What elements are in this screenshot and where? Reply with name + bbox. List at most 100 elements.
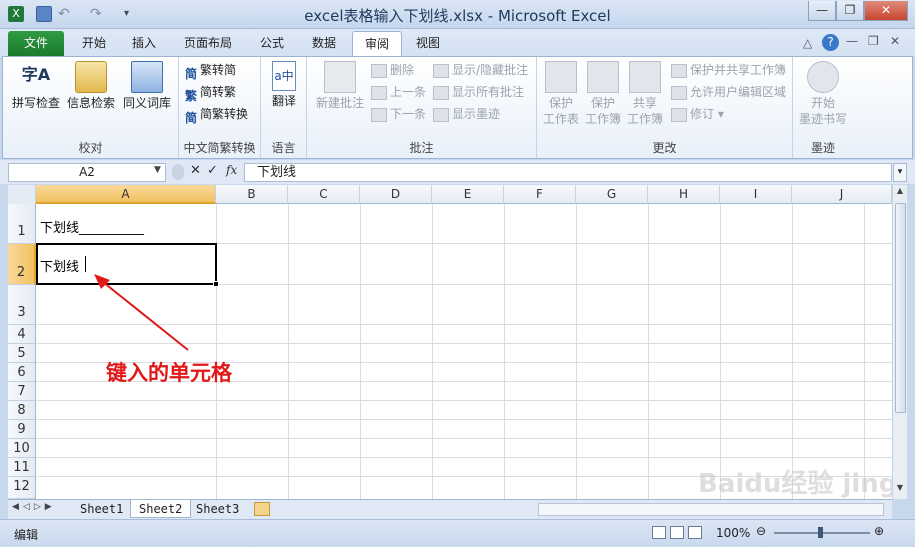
insert-function-icon[interactable]: fx: [226, 163, 237, 177]
row-header-8[interactable]: 8: [8, 401, 36, 420]
share-workbook-icon: [629, 61, 661, 93]
enter-icon[interactable]: ✓: [207, 163, 218, 178]
gridline: [36, 438, 892, 439]
tab-home[interactable]: 开始: [70, 31, 118, 56]
name-box-dropdown-icon[interactable]: ▼: [154, 165, 161, 175]
column-header-j[interactable]: J: [792, 185, 892, 204]
workbook-close-icon[interactable]: ✕: [890, 34, 900, 48]
protect-workbook-button[interactable]: 保护 工作簿: [583, 61, 623, 127]
row-header-3[interactable]: 3: [8, 285, 36, 325]
sheet-tab-3[interactable]: Sheet3: [188, 500, 247, 518]
research-icon: [75, 61, 107, 93]
tab-page-layout[interactable]: 页面布局: [172, 31, 244, 56]
tab-file[interactable]: 文件: [8, 31, 64, 56]
protect-and-share-button[interactable]: 保护并共享工作簿: [671, 60, 786, 80]
tab-formulas[interactable]: 公式: [248, 31, 296, 56]
scroll-up-icon[interactable]: ▲: [894, 186, 906, 200]
column-header-b[interactable]: B: [216, 185, 288, 204]
column-header-f[interactable]: F: [504, 185, 576, 204]
column-header-d[interactable]: D: [360, 185, 432, 204]
tab-insert[interactable]: 插入: [120, 31, 168, 56]
show-all-comments-button[interactable]: 显示所有批注: [433, 82, 524, 102]
gridline: [576, 204, 577, 499]
allow-edit-icon: [671, 85, 687, 100]
simplified-to-traditional-button[interactable]: 繁简转繁: [185, 82, 236, 103]
page-break-view-icon[interactable]: [688, 526, 702, 539]
row-header-7[interactable]: 7: [8, 382, 36, 401]
row-header-12[interactable]: 12: [8, 477, 36, 499]
cell-a2[interactable]: 下划线: [40, 256, 79, 275]
start-inking-button[interactable]: 开始 墨迹书写: [797, 61, 849, 127]
sheet-nav-icons[interactable]: ◀◁▷▶: [12, 502, 56, 512]
chinese-conversion-button[interactable]: 简简繁转换: [185, 104, 248, 125]
row-header-11[interactable]: 11: [8, 458, 36, 477]
row-header-4[interactable]: 4: [8, 325, 36, 344]
row-header-10[interactable]: 10: [8, 439, 36, 458]
zoom-out-icon[interactable]: ⊖: [756, 524, 766, 538]
thesaurus-icon: [131, 61, 163, 93]
sheet-tab-2[interactable]: Sheet2: [130, 500, 192, 518]
vertical-scrollbar[interactable]: ▲ ▼: [892, 185, 907, 499]
allow-edit-ranges-button[interactable]: 允许用户编辑区域: [671, 82, 786, 102]
column-header-h[interactable]: H: [648, 185, 720, 204]
column-header-a[interactable]: A: [36, 185, 216, 204]
protect-sheet-button[interactable]: 保护 工作表: [541, 61, 581, 127]
group-label-ink: 墨迹: [810, 141, 835, 155]
share-workbook-button[interactable]: 共享 工作簿: [625, 61, 665, 127]
traditional-to-simplified-button[interactable]: 简繁转简: [185, 60, 236, 81]
page-layout-view-icon[interactable]: [670, 526, 684, 539]
close-button[interactable]: ✕: [864, 1, 908, 21]
workbook-restore-icon[interactable]: ❐: [868, 34, 879, 48]
maximize-button[interactable]: ❐: [836, 1, 864, 21]
insert-sheet-icon[interactable]: [254, 502, 270, 516]
worksheet-grid[interactable]: A B C D E F G H I J 1 2 3 4 5 6 7 8 9 10…: [8, 185, 892, 499]
minimize-button[interactable]: —: [808, 1, 836, 21]
column-header-e[interactable]: E: [432, 185, 504, 204]
cell-a1[interactable]: 下划线__________: [40, 217, 144, 236]
zoom-in-icon[interactable]: ⊕: [874, 524, 884, 538]
expand-formula-bar-icon[interactable]: ▾: [893, 163, 907, 182]
horizontal-scrollbar[interactable]: [538, 503, 884, 516]
name-box[interactable]: A2: [8, 163, 166, 182]
column-header-g[interactable]: G: [576, 185, 648, 204]
formula-input[interactable]: 下划线: [244, 163, 892, 182]
translate-icon: a中: [272, 61, 296, 91]
delete-comment-button[interactable]: 删除: [371, 60, 414, 80]
column-header-c[interactable]: C: [288, 185, 360, 204]
zoom-slider-thumb[interactable]: [818, 527, 823, 538]
tab-review[interactable]: 审阅: [352, 31, 403, 56]
row-header-2[interactable]: 2: [8, 244, 36, 285]
minimize-ribbon-icon[interactable]: △: [803, 36, 812, 50]
scroll-thumb[interactable]: [895, 203, 906, 413]
spell-check-button[interactable]: 字A 拼写检查: [11, 61, 61, 111]
fill-handle[interactable]: [213, 281, 219, 287]
gridline: [864, 204, 865, 499]
row-header-1[interactable]: 1: [8, 204, 36, 244]
previous-comment-button[interactable]: 上一条: [371, 82, 426, 102]
row-header-9[interactable]: 9: [8, 420, 36, 439]
scroll-down-icon[interactable]: ▼: [894, 483, 906, 497]
cancel-icon[interactable]: ✕: [190, 163, 201, 178]
new-comment-button[interactable]: 新建批注: [313, 61, 367, 111]
workbook-minimize-icon[interactable]: —: [846, 34, 858, 48]
show-hide-comment-button[interactable]: 显示/隐藏批注: [433, 60, 528, 80]
group-language: a中 翻译 语言: [261, 57, 307, 158]
next-comment-button[interactable]: 下一条: [371, 104, 426, 124]
help-icon[interactable]: ?: [822, 34, 839, 51]
row-header-6[interactable]: 6: [8, 363, 36, 382]
sheet-tab-1[interactable]: Sheet1: [72, 500, 131, 518]
formula-bar-splitter[interactable]: [172, 164, 184, 180]
show-ink-button[interactable]: 显示墨迹: [433, 104, 500, 124]
tab-view[interactable]: 视图: [404, 31, 452, 56]
thesaurus-button[interactable]: 同义词库: [119, 61, 175, 111]
translate-button[interactable]: a中 翻译: [267, 61, 301, 109]
tab-data[interactable]: 数据: [300, 31, 348, 56]
row-header-5[interactable]: 5: [8, 344, 36, 363]
zoom-level[interactable]: 100%: [716, 526, 750, 540]
track-changes-button[interactable]: 修订 ▾: [671, 104, 724, 124]
normal-view-icon[interactable]: [652, 526, 666, 539]
group-changes: 保护 工作表 保护 工作簿 共享 工作簿 保护并共享工作簿 允许用户编辑区域 修订 ▾…: [537, 57, 793, 158]
research-button[interactable]: 信息检索: [65, 61, 117, 111]
select-all-corner[interactable]: [8, 185, 36, 204]
column-header-i[interactable]: I: [720, 185, 792, 204]
